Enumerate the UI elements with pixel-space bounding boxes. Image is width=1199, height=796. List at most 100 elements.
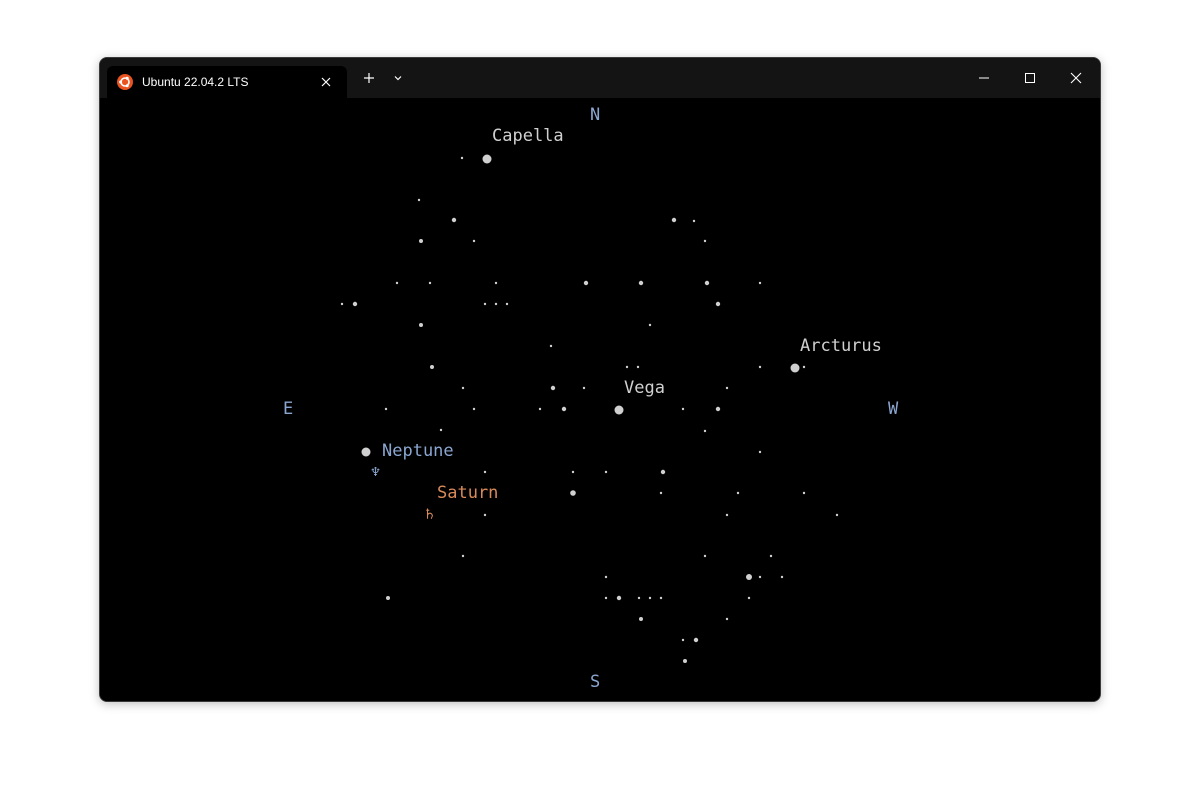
star-dot: [692, 219, 696, 223]
star-dot: [758, 450, 762, 454]
minimize-icon[interactable]: [974, 68, 994, 88]
star-dot: [703, 429, 707, 433]
star-field: [340, 154, 839, 663]
star-dot: [386, 596, 390, 600]
chevron-down-icon[interactable]: [390, 70, 406, 86]
star-dot: [637, 596, 641, 600]
star-dot: [482, 154, 492, 164]
terminal-window: Ubuntu 22.04.2 LTS N S E W Capella Arctu…: [99, 57, 1101, 702]
star-dot: [704, 280, 710, 286]
star-dot: [715, 301, 721, 307]
star-dot: [417, 198, 421, 202]
star-dot: [461, 554, 465, 558]
star-dot: [681, 638, 685, 642]
star-dot: [604, 470, 608, 474]
star-dot: [571, 470, 575, 474]
star-dot: [461, 386, 465, 390]
compass-south: S: [590, 672, 601, 692]
star-dot: [494, 281, 498, 285]
star-dot: [494, 302, 498, 306]
star-dot: [419, 239, 423, 243]
star-label-arcturus: Arcturus: [800, 336, 882, 356]
plus-icon[interactable]: [361, 70, 377, 86]
star-dot: [747, 596, 751, 600]
saturn-icon: ♄: [425, 505, 435, 523]
title-bar: Ubuntu 22.04.2 LTS: [100, 58, 1100, 98]
star-dot: [683, 659, 687, 663]
star-dot: [671, 217, 677, 223]
star-dot: [758, 281, 762, 285]
star-dot: [430, 365, 434, 369]
star-dot: [693, 637, 699, 643]
compass-north: N: [590, 105, 601, 125]
star-dot: [361, 447, 371, 457]
star-dot: [659, 596, 663, 600]
star-dot: [451, 217, 457, 223]
star-dot: [583, 280, 589, 286]
star-dot: [582, 386, 586, 390]
star-dot: [835, 513, 839, 517]
star-dot: [802, 491, 806, 495]
star-dot: [460, 156, 464, 160]
star-dot: [659, 491, 663, 495]
close-icon[interactable]: [1066, 68, 1086, 88]
compass-west: W: [888, 399, 899, 419]
star-dot: [703, 554, 707, 558]
star-dot: [725, 513, 729, 517]
star-dot: [395, 281, 399, 285]
star-dot: [758, 575, 762, 579]
ubuntu-logo-icon: [117, 74, 133, 90]
star-dot: [472, 407, 476, 411]
star-dot: [681, 407, 685, 411]
star-dot: [561, 406, 567, 412]
star-dot: [725, 386, 729, 390]
star-dot: [616, 595, 622, 601]
star-dot: [483, 513, 487, 517]
planet-label-neptune: Neptune: [382, 441, 454, 461]
star-dot: [660, 469, 666, 475]
star-label-capella: Capella: [492, 126, 564, 146]
terminal-content[interactable]: N S E W Capella Arcturus Vega Neptune ♆ …: [100, 98, 1100, 701]
star-dot: [758, 365, 762, 369]
star-label-vega: Vega: [624, 378, 665, 398]
star-dot: [428, 281, 432, 285]
star-dot: [384, 407, 388, 411]
star-dot: [802, 365, 806, 369]
star-dot: [483, 302, 487, 306]
compass-east: E: [283, 399, 294, 419]
star-dot: [736, 491, 740, 495]
star-dot: [614, 405, 624, 415]
star-dot: [505, 302, 509, 306]
star-dot: [483, 470, 487, 474]
star-dot: [780, 575, 784, 579]
star-dot: [604, 575, 608, 579]
planet-label-saturn: Saturn: [437, 483, 499, 503]
star-dot: [746, 574, 752, 580]
star-dot: [472, 239, 476, 243]
close-icon[interactable]: [318, 74, 334, 90]
star-dot: [439, 428, 443, 432]
star-dot: [625, 365, 629, 369]
tab-ubuntu[interactable]: Ubuntu 22.04.2 LTS: [107, 66, 347, 98]
star-dot: [725, 617, 729, 621]
star-dot: [648, 596, 652, 600]
neptune-icon: ♆: [371, 463, 381, 481]
maximize-icon[interactable]: [1020, 68, 1040, 88]
star-dot: [639, 617, 643, 621]
star-dot: [769, 554, 773, 558]
star-dot: [638, 280, 644, 286]
star-dot: [648, 323, 652, 327]
star-dot: [703, 239, 707, 243]
star-dot: [549, 344, 553, 348]
star-dot: [550, 385, 556, 391]
star-dot: [419, 323, 423, 327]
tab-title: Ubuntu 22.04.2 LTS: [142, 75, 249, 89]
star-dot: [636, 365, 640, 369]
star-dot: [715, 406, 721, 412]
star-dot: [538, 407, 542, 411]
star-dot: [604, 596, 608, 600]
star-dot: [570, 490, 576, 496]
star-dot: [340, 302, 344, 306]
star-dot: [352, 301, 358, 307]
star-dot: [790, 363, 800, 373]
